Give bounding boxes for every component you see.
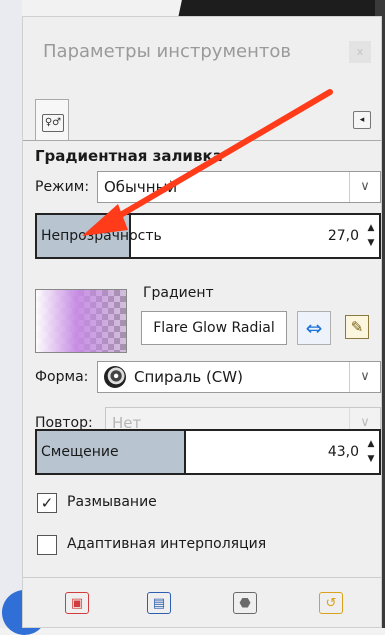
stepper-down-icon[interactable]: ▼ — [365, 452, 377, 467]
tool-options-panel: Параметры инструментов x ♀♂ ◂ Градиентна… — [22, 16, 382, 628]
adaptive-checkbox[interactable] — [37, 535, 57, 555]
delete-preset-icon[interactable]: ⬣ — [233, 592, 257, 614]
shape-label: Форма: — [35, 369, 89, 385]
opacity-stepper[interactable]: ▲ ▼ — [365, 221, 377, 251]
opacity-value: 27,0 — [327, 228, 359, 244]
offset-divider — [184, 431, 187, 473]
stepper-down-icon[interactable]: ▼ — [365, 236, 377, 251]
chevron-down-icon: ∨ — [349, 172, 380, 202]
gradient-label: Градиент — [143, 285, 214, 301]
offset-stepper[interactable]: ▲ ▼ — [365, 437, 377, 467]
panel-title: Параметры инструментов — [43, 41, 291, 62]
mode-value: Обычный — [104, 178, 178, 196]
bottom-toolbar: ▣ ▤ ⬣ ↺ — [23, 577, 381, 628]
offset-label: Смещение — [41, 444, 119, 460]
swap-direction-icon[interactable]: ⇔ — [297, 311, 331, 345]
shape-select[interactable]: Спираль (CW) ∨ — [97, 361, 381, 393]
stepper-up-icon[interactable]: ▲ — [365, 437, 377, 452]
stepper-up-icon[interactable]: ▲ — [365, 221, 377, 236]
reset-icon[interactable]: ↺ — [319, 592, 343, 614]
tool-options-icon: ♀♂ — [42, 114, 64, 132]
restore-preset-icon[interactable]: ▤ — [147, 592, 171, 614]
opacity-spin-scale[interactable]: Непрозрачность 27,0 ▲ ▼ — [35, 213, 381, 259]
tool-name-heading: Градиентная заливка — [35, 147, 223, 165]
gradient-name-field[interactable]: Flare Glow Radial — [141, 311, 287, 345]
save-preset-icon[interactable]: ▣ — [65, 592, 89, 614]
mode-label: Режим: — [35, 179, 90, 195]
offset-value: 43,0 — [327, 444, 359, 460]
opacity-label: Непрозрачность — [41, 228, 162, 244]
edit-gradient-icon[interactable]: ✎ — [345, 315, 369, 339]
shape-value: Спираль (CW) — [134, 368, 243, 386]
dither-checkbox[interactable]: ✓ — [37, 493, 57, 513]
dither-label: Размывание — [67, 494, 157, 510]
panel-title-bar: Параметры инструментов x — [23, 17, 381, 87]
spiral-icon — [104, 365, 126, 388]
tab-menu-icon[interactable]: ◂ — [353, 111, 371, 129]
mode-select[interactable]: Обычный ∨ — [97, 171, 381, 203]
background-left — [0, 0, 22, 628]
tab-divider — [23, 140, 381, 141]
close-button[interactable]: x — [349, 41, 371, 63]
tab-tool-options[interactable]: ♀♂ — [35, 99, 69, 141]
gradient-preview[interactable] — [35, 289, 127, 353]
tab-bar: ♀♂ ◂ — [23, 89, 381, 141]
offset-spin-scale[interactable]: Смещение 43,0 ▲ ▼ — [35, 429, 381, 475]
chevron-down-icon: ∨ — [349, 362, 380, 392]
adaptive-label: Адаптивная интерполяция — [67, 536, 267, 552]
